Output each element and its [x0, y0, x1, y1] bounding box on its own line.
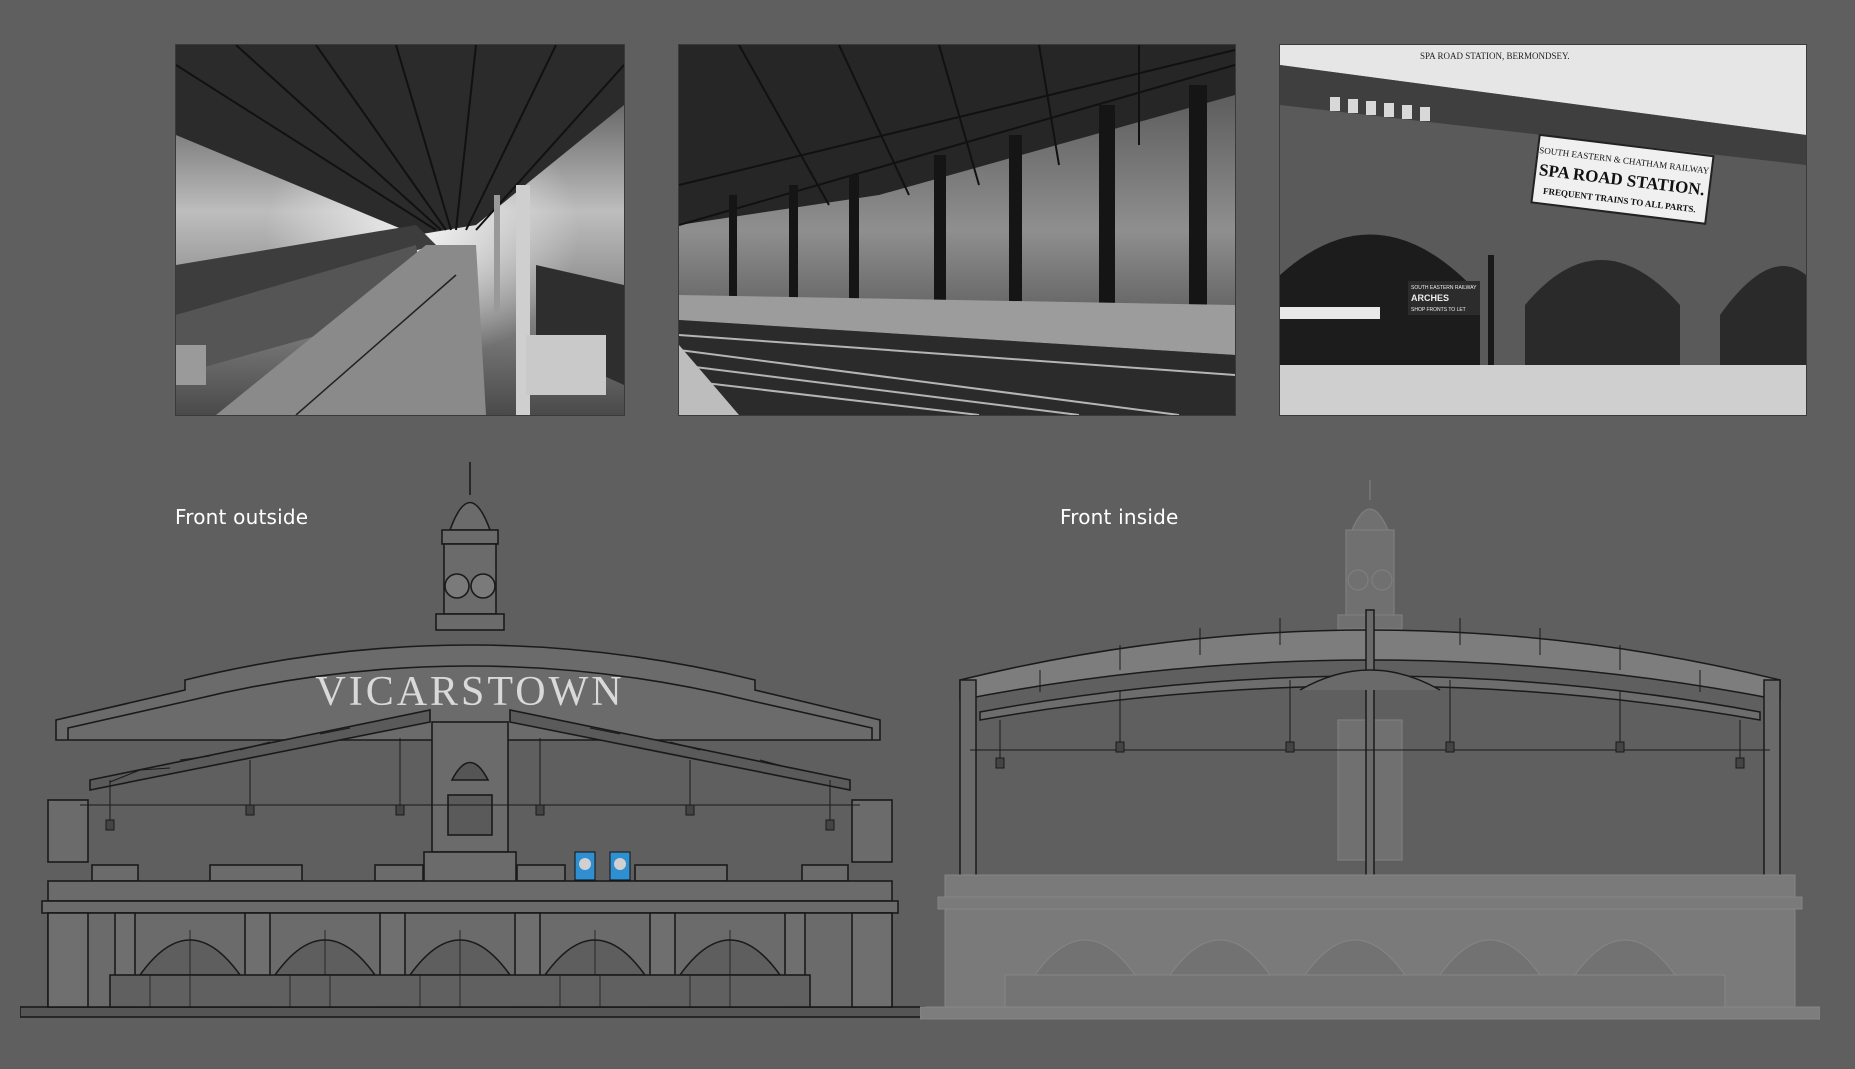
spa-road-station-photo: SOUTH EASTERN & CHATHAM RAILWAY SPA ROAD… [1280, 45, 1806, 415]
station-name: VICARSTOWN [315, 669, 624, 715]
platform-interior-photo-1 [176, 45, 624, 415]
front-inside-elevation [920, 480, 1820, 1025]
platform-interior-photo-2 [679, 45, 1235, 415]
engine-icons [574, 851, 631, 881]
front-outside-elevation: VICARSTOWN [20, 460, 925, 1025]
photo-header-text: SPA ROAD STATION, BERMONDSEY. [1420, 51, 1570, 61]
arch-sign-line-3: SHOP FRONTS TO LET [1411, 307, 1466, 313]
arch-sign-line-1: SOUTH EASTERN RAILWAY [1411, 285, 1477, 291]
arch-sign-line-2: ARCHES [1411, 293, 1449, 303]
